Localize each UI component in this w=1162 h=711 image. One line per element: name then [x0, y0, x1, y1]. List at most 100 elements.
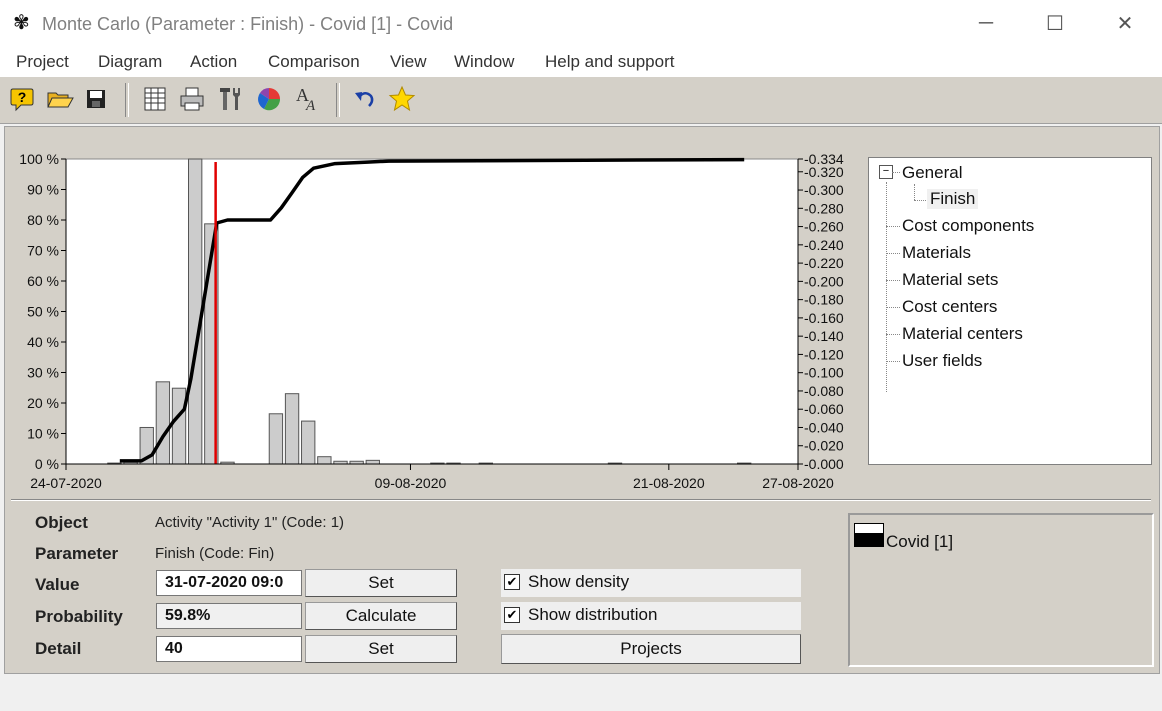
tree-item-user-fields[interactable]: User fields	[902, 351, 982, 371]
density-bar	[284, 393, 300, 465]
menu-diagram[interactable]: Diagram	[98, 52, 162, 72]
tree-item-material-centers[interactable]: Material centers	[902, 324, 1023, 344]
right-axis-tick-label: -0.120	[804, 346, 844, 362]
tree-item-cost-components[interactable]: Cost components	[902, 216, 1034, 236]
show-distribution-check-icon[interactable]: ✔	[504, 607, 520, 623]
right-axis-tick-label: -0.240	[804, 237, 844, 253]
menu-project[interactable]: Project	[16, 52, 69, 72]
collapse-toggle-icon[interactable]: −	[879, 165, 893, 179]
save-button[interactable]	[81, 84, 111, 114]
open-button[interactable]	[45, 84, 75, 114]
value-field[interactable]: 31-07-2020 09:0	[156, 570, 302, 596]
show-distribution-label: Show distribution	[528, 605, 658, 624]
tree-connector	[886, 253, 900, 254]
minimize-button[interactable]: ─	[963, 8, 1009, 38]
probability-field[interactable]: 59.8%	[156, 603, 302, 629]
open-folder-icon	[47, 92, 74, 108]
svg-text:A: A	[305, 98, 316, 113]
set-detail-button[interactable]: Set	[305, 635, 457, 663]
monte-carlo-chart[interactable]: 0 % 10 % 20 % 30 % 40 % 50 % 60 % 70 % 80 % 90 % 1…	[5, 127, 865, 499]
menu-comparison[interactable]: Comparison	[268, 52, 360, 72]
set-value-button[interactable]: Set	[305, 569, 457, 597]
menu-window[interactable]: Window	[454, 52, 514, 72]
density-bar	[301, 420, 316, 465]
object-label: Object	[35, 513, 88, 532]
right-axis-tick-label: -0.200	[804, 273, 844, 289]
x-axis-tick-label: 21-08-2020	[633, 475, 705, 491]
toolbar: ? A A	[0, 76, 1162, 124]
parameter-value: Finish (Code: Fin)	[155, 545, 275, 562]
tree-item-cost-centers[interactable]: Cost centers	[902, 297, 997, 317]
maximize-button[interactable]: ☐	[1032, 8, 1078, 38]
show-density-label: Show density	[528, 572, 630, 591]
parameter-tree: − General Finish Cost components Materia…	[868, 157, 1152, 465]
left-axis-tick-label: 40 %	[27, 334, 59, 350]
svg-text:?: ?	[18, 89, 27, 105]
left-axis-tick-label: 0 %	[35, 456, 59, 472]
tree-item-materials[interactable]: Materials	[902, 243, 971, 263]
tree-connector	[886, 280, 900, 281]
legend-swatch	[854, 523, 884, 547]
right-axis-tick-label: -0.140	[804, 328, 844, 344]
left-axis-tick-label: 10 %	[27, 426, 59, 442]
left-axis-tick-label: 90 %	[27, 182, 59, 198]
table-button[interactable]	[140, 84, 170, 114]
favorite-button[interactable]	[387, 84, 417, 114]
chart-area: 0 % 10 % 20 % 30 % 40 % 50 % 60 % 70 % 80 % 90 % 1…	[5, 127, 865, 499]
menu-action[interactable]: Action	[190, 52, 237, 72]
tree-item-material-sets[interactable]: Material sets	[902, 270, 998, 290]
tree-item-general[interactable]: General	[902, 163, 962, 183]
maximize-icon: ☐	[1046, 12, 1064, 35]
print-button[interactable]	[177, 84, 207, 114]
density-bar	[188, 158, 203, 465]
legend-entry[interactable]: Covid [1]	[886, 532, 953, 552]
tree-connector	[914, 200, 928, 201]
calculate-button[interactable]: Calculate	[305, 602, 457, 630]
left-axis-tick-label: 80 %	[27, 212, 59, 228]
density-bar	[317, 456, 332, 465]
font-button[interactable]: A A	[292, 84, 322, 114]
tools-button[interactable]	[216, 84, 246, 114]
x-axis-tick-label: 09-08-2020	[375, 475, 447, 491]
right-axis-tick-label: -0.220	[804, 255, 844, 271]
section-divider	[11, 499, 1151, 501]
detail-field[interactable]: 40	[156, 636, 302, 662]
close-icon: ✕	[1116, 12, 1134, 35]
show-density-check-icon[interactable]: ✔	[504, 574, 520, 590]
main-panel: 0 % 10 % 20 % 30 % 40 % 50 % 60 % 70 % 80 % 90 % 1…	[4, 126, 1160, 674]
favorite-star-icon	[388, 85, 416, 112]
help-button[interactable]: ?	[7, 84, 37, 114]
right-axis-tick-label: -0.100	[804, 365, 844, 381]
left-axis-tick-label: 70 %	[27, 243, 59, 259]
parameter-label: Parameter	[35, 544, 119, 563]
projects-button[interactable]: Projects	[501, 634, 801, 664]
pie-chart-icon	[258, 88, 281, 111]
density-bar	[268, 413, 284, 465]
tree-connector	[886, 226, 900, 227]
left-axis-tick-label: 30 %	[27, 365, 59, 381]
show-distribution-checkbox[interactable]: ✔ Show distribution	[501, 602, 801, 630]
undo-button[interactable]	[350, 84, 380, 114]
right-axis-tick-label: -0.300	[804, 182, 844, 198]
right-axis-tick-label: -0.334	[804, 151, 844, 167]
x-axis-tick-label: 27-08-2020	[762, 475, 834, 491]
value-label: Value	[35, 575, 80, 594]
x-axis-tick-label: 24-07-2020	[30, 475, 102, 491]
object-value: Activity "Activity 1" (Code: 1)	[155, 514, 345, 531]
status-bar	[0, 676, 1162, 711]
show-density-checkbox[interactable]: ✔ Show density	[501, 569, 801, 597]
detail-label: Detail	[35, 639, 82, 658]
tools-icon	[220, 88, 240, 110]
tree-connector	[892, 172, 900, 173]
right-axis-tick-label: -0.060	[804, 401, 844, 417]
toolbar-separator	[125, 83, 129, 117]
font-icon: A A	[296, 85, 316, 113]
tree-item-finish[interactable]: Finish	[927, 189, 979, 209]
right-axis-tick-label: -0.160	[804, 310, 844, 326]
pie-chart-button[interactable]	[254, 84, 284, 114]
table-icon	[144, 87, 166, 111]
title-bar: ✾ Monte Carlo (Parameter : Finish) - Cov…	[0, 0, 1162, 46]
close-button[interactable]: ✕	[1102, 8, 1148, 38]
menu-view[interactable]: View	[390, 52, 427, 72]
menu-help-and-support[interactable]: Help and support	[545, 52, 674, 72]
